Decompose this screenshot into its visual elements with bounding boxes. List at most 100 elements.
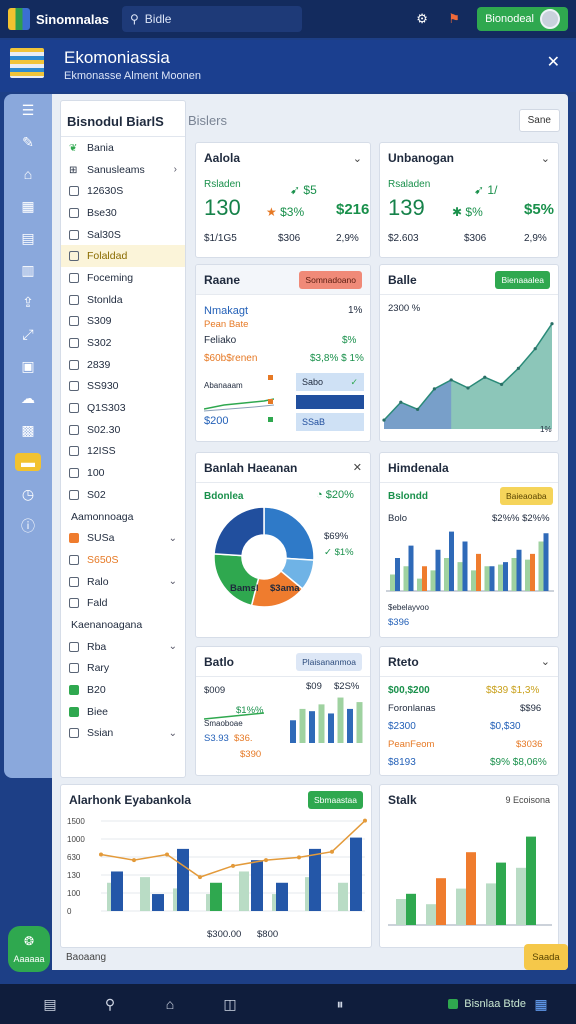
checkbox-icon[interactable]: [69, 663, 79, 674]
filter-item[interactable]: SUSa ⌄: [61, 527, 185, 549]
help-button[interactable]: Saada: [524, 944, 568, 970]
checkbox-icon[interactable]: [69, 533, 79, 544]
table-icon[interactable]: ▤: [4, 222, 52, 254]
checkbox-icon[interactable]: [69, 728, 79, 739]
card-tag[interactable]: Bienaaalea: [495, 270, 550, 289]
filter-item[interactable]: S02.30: [61, 419, 185, 441]
tab-bislers[interactable]: Bislers: [188, 113, 227, 128]
primary-action-button[interactable]: Bionodeal: [477, 7, 568, 31]
close-icon[interactable]: ✕: [547, 52, 560, 72]
filter-item[interactable]: Ssian ⌄: [61, 723, 185, 745]
chevron-down-icon[interactable]: ⌄: [541, 655, 550, 668]
chevron-icon[interactable]: ⌄: [169, 728, 177, 739]
chevron-icon[interactable]: ⌄: [169, 533, 177, 544]
save-button[interactable]: Sane: [518, 108, 560, 132]
menu-icon[interactable]: ▤: [20, 996, 80, 1013]
folder-icon[interactable]: ▬: [15, 453, 41, 471]
chevron-down-icon[interactable]: ⌄: [541, 152, 550, 165]
checkbox-icon[interactable]: [69, 424, 79, 435]
filter-item[interactable]: ⊞ Sanusleams ›: [61, 159, 185, 181]
tag-icon[interactable]: ⌂: [4, 158, 52, 190]
share-icon[interactable]: ⤢: [4, 318, 52, 350]
filter-label: SUSa: [87, 532, 115, 545]
checkbox-icon[interactable]: [69, 207, 79, 218]
chevron-icon[interactable]: ⌄: [169, 641, 177, 652]
checkbox-icon[interactable]: [69, 554, 79, 565]
history-icon[interactable]: ◷: [4, 478, 52, 510]
chat-icon[interactable]: ✎: [4, 126, 52, 158]
filter-item[interactable]: Folaldad: [61, 245, 185, 268]
grid-icon[interactable]: ▦: [4, 190, 52, 222]
checkbox-icon[interactable]: [69, 186, 79, 197]
filter-item[interactable]: Stonlda: [61, 289, 185, 311]
info-icon[interactable]: ⓘ: [4, 510, 52, 542]
search-icon[interactable]: ⚲: [80, 996, 140, 1013]
checkbox-icon[interactable]: [69, 489, 79, 500]
filter-item[interactable]: ❦ Bania: [61, 137, 185, 159]
filter-item[interactable]: B20: [61, 679, 185, 701]
filter-item[interactable]: Rary: [61, 658, 185, 680]
card-tag[interactable]: Sbmaastaa: [308, 791, 363, 809]
checkbox-icon[interactable]: [69, 685, 79, 696]
filter-item[interactable]: SS930: [61, 376, 185, 398]
checkbox-icon[interactable]: [69, 468, 79, 479]
checkbox-icon[interactable]: [69, 272, 79, 283]
card-tag[interactable]: Somnadoano: [299, 270, 362, 289]
checkbox-icon[interactable]: [69, 229, 79, 240]
filter-item[interactable]: Bse30: [61, 202, 185, 224]
checkbox-icon[interactable]: [69, 316, 79, 327]
alert-icon[interactable]: ⚑: [445, 10, 463, 28]
checkbox-icon[interactable]: [69, 294, 79, 305]
cloud-icon[interactable]: ☁: [4, 382, 52, 414]
checkbox-icon[interactable]: [69, 706, 79, 717]
filter-item[interactable]: 2839: [61, 354, 185, 376]
layout-icon[interactable]: ▩: [4, 414, 52, 446]
filter-item[interactable]: 12ISS: [61, 441, 185, 463]
filter-item[interactable]: Fald: [61, 592, 185, 614]
checkbox-icon[interactable]: [69, 338, 79, 349]
checkbox-icon[interactable]: ❦: [69, 143, 79, 154]
image-icon[interactable]: ▣: [4, 350, 52, 382]
pause-icon[interactable]: ⏸: [310, 996, 370, 1013]
checkbox-icon[interactable]: [69, 381, 79, 392]
filter-item[interactable]: Foceming: [61, 267, 185, 289]
list-icon[interactable]: ☰: [4, 94, 52, 126]
home-icon[interactable]: ⌂: [140, 996, 200, 1012]
chevron-icon[interactable]: ›: [174, 164, 177, 175]
avatar[interactable]: [540, 9, 560, 29]
bar-chart: [386, 531, 554, 592]
chat-icon[interactable]: ▦: [526, 996, 556, 1013]
filter-item[interactable]: 12630S: [61, 180, 185, 202]
bars-icon[interactable]: ▥: [4, 254, 52, 286]
pie-slice: [213, 553, 260, 607]
chevron-icon[interactable]: ⌄: [169, 576, 177, 587]
checkbox-icon[interactable]: ⊞: [69, 165, 79, 176]
filter-item[interactable]: Sal30S: [61, 224, 185, 246]
chart-icon[interactable]: ◫: [200, 996, 260, 1013]
floating-action-button[interactable]: ❂ Aaaaaa: [8, 926, 50, 972]
upload-icon[interactable]: ⇪: [4, 286, 52, 318]
filter-item[interactable]: Biee: [61, 701, 185, 723]
filter-item[interactable]: Q1S303: [61, 397, 185, 419]
chevron-down-icon[interactable]: ⌄: [353, 152, 362, 165]
card-menu[interactable]: 9 Ecoisona: [505, 795, 550, 805]
checkbox-icon[interactable]: [69, 359, 79, 370]
filter-item[interactable]: S309: [61, 311, 185, 333]
filter-item[interactable]: S302: [61, 332, 185, 354]
search-input[interactable]: ⚲ Bidle: [122, 6, 302, 32]
filter-item[interactable]: S650S: [61, 549, 185, 571]
card-tag[interactable]: Plaisananmoa: [296, 652, 362, 671]
filter-item[interactable]: S02: [61, 484, 185, 506]
checkbox-icon[interactable]: [69, 251, 79, 262]
filter-item[interactable]: Ralo ⌄: [61, 571, 185, 593]
checkbox-icon[interactable]: [69, 403, 79, 414]
checkbox-icon[interactable]: [69, 641, 79, 652]
checkbox-icon[interactable]: [69, 446, 79, 457]
filter-item[interactable]: Rba ⌄: [61, 636, 185, 658]
checkbox-icon[interactable]: [69, 576, 79, 587]
close-icon[interactable]: ✕: [353, 461, 362, 474]
card-tag[interactable]: Baieaoaba: [500, 487, 553, 505]
settings-icon[interactable]: ⚙: [413, 10, 431, 28]
checkbox-icon[interactable]: [69, 598, 79, 609]
filter-item[interactable]: 100: [61, 462, 185, 484]
